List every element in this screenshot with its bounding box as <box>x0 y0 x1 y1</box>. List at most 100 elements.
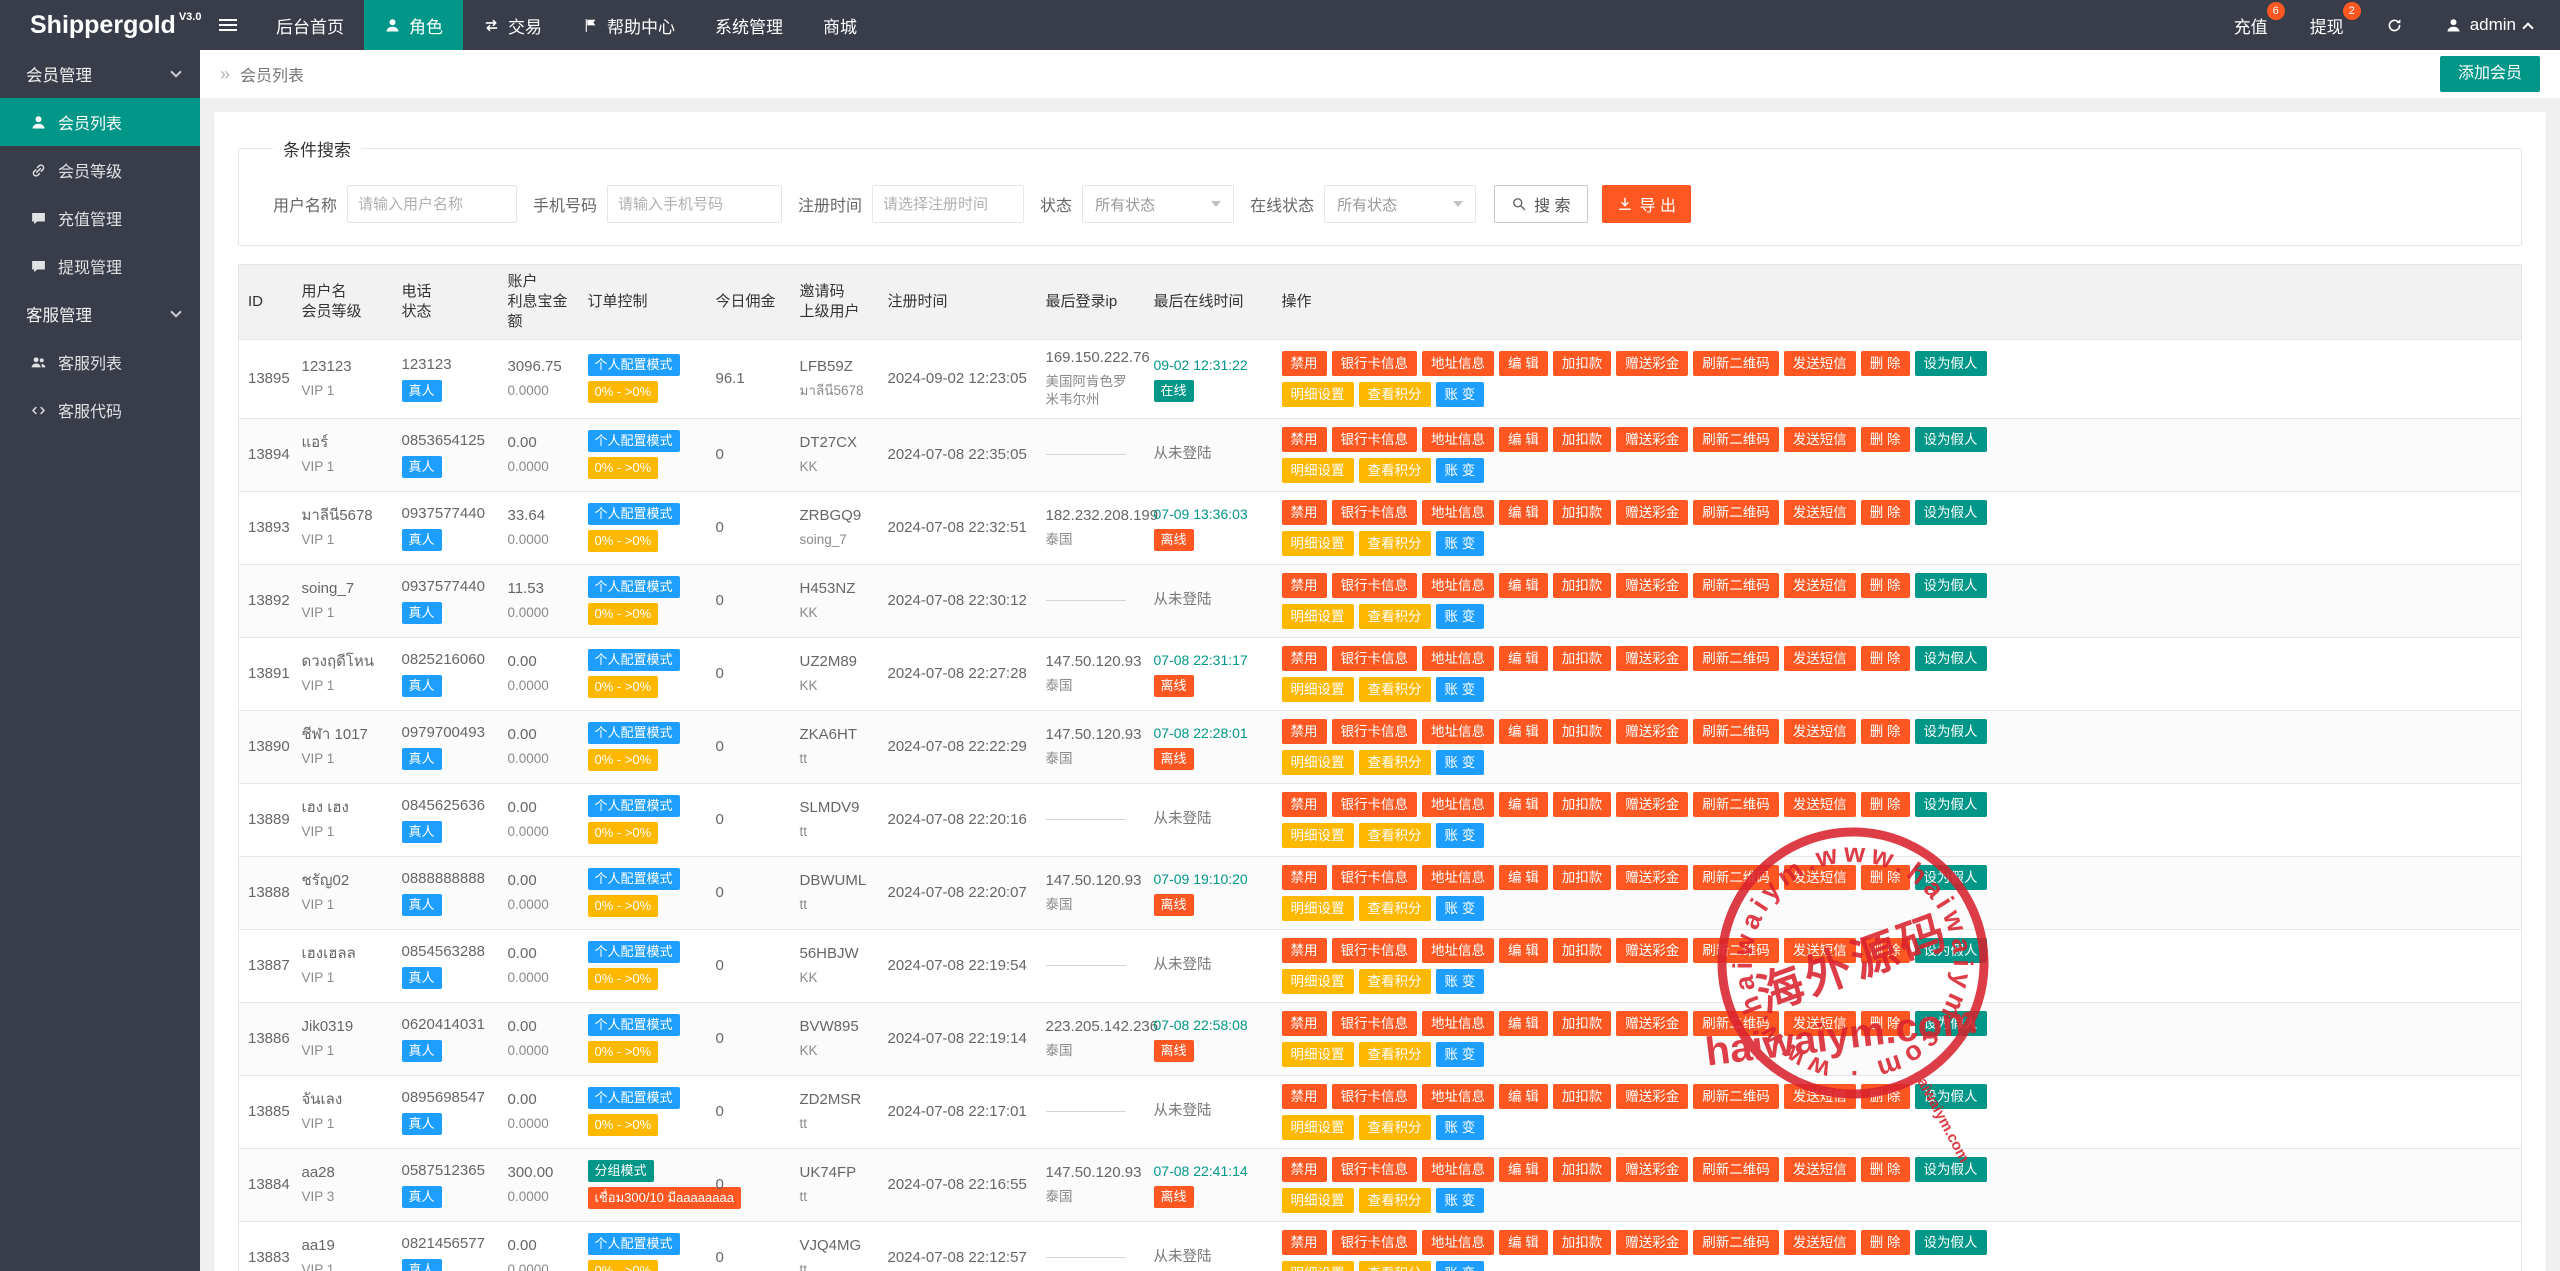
add-deduct-button[interactable]: 加扣款 <box>1552 1156 1612 1182</box>
balance-change-button[interactable]: 账 变 <box>1435 1041 1485 1067</box>
username-search-input[interactable] <box>347 185 518 223</box>
set-fake-button[interactable]: 设为假人 <box>1914 645 1987 671</box>
set-fake-button[interactable]: 设为假人 <box>1914 426 1987 452</box>
delete-button[interactable]: 删 除 <box>1860 1083 1910 1109</box>
detail-settings-button[interactable]: 明细设置 <box>1281 749 1354 775</box>
nav-item-trade[interactable]: 交易 <box>463 0 562 50</box>
nav-item-system-management[interactable]: 系统管理 <box>695 0 803 50</box>
phone-search-input[interactable] <box>607 185 783 223</box>
send-sms-button[interactable]: 发送短信 <box>1783 864 1856 890</box>
set-fake-button[interactable]: 设为假人 <box>1914 1083 1987 1109</box>
balance-change-button[interactable]: 账 变 <box>1435 822 1485 848</box>
view-points-button[interactable]: 查看积分 <box>1358 895 1431 921</box>
add-deduct-button[interactable]: 加扣款 <box>1552 645 1612 671</box>
delete-button[interactable]: 删 除 <box>1860 350 1910 376</box>
edit-button[interactable]: 编 辑 <box>1499 937 1548 963</box>
bank-card-info-button[interactable]: 银行卡信息 <box>1331 718 1417 744</box>
sidebar-item-withdraw-management[interactable]: 提现管理 <box>0 242 200 290</box>
refresh-qrcode-button[interactable]: 刷新二维码 <box>1693 791 1779 817</box>
search-button[interactable]: 搜 索 <box>1494 185 1588 223</box>
delete-button[interactable]: 删 除 <box>1860 718 1910 744</box>
detail-settings-button[interactable]: 明细设置 <box>1281 822 1354 848</box>
bank-card-info-button[interactable]: 银行卡信息 <box>1331 864 1417 890</box>
refresh-qrcode-button[interactable]: 刷新二维码 <box>1693 645 1779 671</box>
edit-button[interactable]: 编 辑 <box>1499 645 1548 671</box>
set-fake-button[interactable]: 设为假人 <box>1914 350 1987 376</box>
disable-button[interactable]: 禁用 <box>1281 350 1327 376</box>
disable-button[interactable]: 禁用 <box>1281 499 1327 525</box>
refresh-icon[interactable] <box>2386 17 2403 34</box>
disable-button[interactable]: 禁用 <box>1281 572 1327 598</box>
view-points-button[interactable]: 查看积分 <box>1358 676 1431 702</box>
regtime-search-input[interactable] <box>872 185 1025 223</box>
bank-card-info-button[interactable]: 银行卡信息 <box>1331 1156 1417 1182</box>
set-fake-button[interactable]: 设为假人 <box>1914 1156 1987 1182</box>
sidebar-item-service-list[interactable]: 客服列表 <box>0 338 200 386</box>
view-points-button[interactable]: 查看积分 <box>1358 457 1431 483</box>
gift-bonus-button[interactable]: 赠送彩金 <box>1616 718 1689 744</box>
sidebar-item-service-code[interactable]: 客服代码 <box>0 386 200 434</box>
disable-button[interactable]: 禁用 <box>1281 1229 1327 1255</box>
address-info-button[interactable]: 地址信息 <box>1422 718 1494 744</box>
add-deduct-button[interactable]: 加扣款 <box>1552 499 1612 525</box>
balance-change-button[interactable]: 账 变 <box>1435 676 1485 702</box>
balance-change-button[interactable]: 账 变 <box>1435 1260 1485 1271</box>
send-sms-button[interactable]: 发送短信 <box>1783 937 1856 963</box>
gift-bonus-button[interactable]: 赠送彩金 <box>1616 572 1689 598</box>
address-info-button[interactable]: 地址信息 <box>1422 1156 1494 1182</box>
bank-card-info-button[interactable]: 银行卡信息 <box>1331 499 1417 525</box>
refresh-qrcode-button[interactable]: 刷新二维码 <box>1693 864 1779 890</box>
gift-bonus-button[interactable]: 赠送彩金 <box>1616 499 1689 525</box>
edit-button[interactable]: 编 辑 <box>1499 1156 1548 1182</box>
delete-button[interactable]: 删 除 <box>1860 572 1910 598</box>
add-deduct-button[interactable]: 加扣款 <box>1552 937 1612 963</box>
disable-button[interactable]: 禁用 <box>1281 1010 1327 1036</box>
bank-card-info-button[interactable]: 银行卡信息 <box>1331 426 1417 452</box>
gift-bonus-button[interactable]: 赠送彩金 <box>1616 426 1689 452</box>
bank-card-info-button[interactable]: 银行卡信息 <box>1331 937 1417 963</box>
set-fake-button[interactable]: 设为假人 <box>1914 864 1987 890</box>
view-points-button[interactable]: 查看积分 <box>1358 749 1431 775</box>
disable-button[interactable]: 禁用 <box>1281 1156 1327 1182</box>
refresh-qrcode-button[interactable]: 刷新二维码 <box>1693 572 1779 598</box>
bank-card-info-button[interactable]: 银行卡信息 <box>1331 1083 1417 1109</box>
delete-button[interactable]: 删 除 <box>1860 864 1910 890</box>
view-points-button[interactable]: 查看积分 <box>1358 530 1431 556</box>
delete-button[interactable]: 删 除 <box>1860 499 1910 525</box>
edit-button[interactable]: 编 辑 <box>1499 572 1548 598</box>
address-info-button[interactable]: 地址信息 <box>1422 791 1494 817</box>
add-deduct-button[interactable]: 加扣款 <box>1552 350 1612 376</box>
detail-settings-button[interactable]: 明细设置 <box>1281 457 1354 483</box>
balance-change-button[interactable]: 账 变 <box>1435 381 1485 407</box>
send-sms-button[interactable]: 发送短信 <box>1783 791 1856 817</box>
edit-button[interactable]: 编 辑 <box>1499 864 1548 890</box>
detail-settings-button[interactable]: 明细设置 <box>1281 968 1354 994</box>
send-sms-button[interactable]: 发送短信 <box>1783 1156 1856 1182</box>
detail-settings-button[interactable]: 明细设置 <box>1281 1187 1354 1213</box>
detail-settings-button[interactable]: 明细设置 <box>1281 895 1354 921</box>
balance-change-button[interactable]: 账 变 <box>1435 749 1485 775</box>
nav-item-roles[interactable]: 角色 <box>364 0 463 50</box>
delete-button[interactable]: 删 除 <box>1860 791 1910 817</box>
address-info-button[interactable]: 地址信息 <box>1422 1083 1494 1109</box>
gift-bonus-button[interactable]: 赠送彩金 <box>1616 350 1689 376</box>
add-deduct-button[interactable]: 加扣款 <box>1552 1010 1612 1036</box>
admin-user-menu[interactable]: admin <box>2445 15 2534 35</box>
view-points-button[interactable]: 查看积分 <box>1358 381 1431 407</box>
view-points-button[interactable]: 查看积分 <box>1358 1041 1431 1067</box>
send-sms-button[interactable]: 发送短信 <box>1783 1010 1856 1036</box>
address-info-button[interactable]: 地址信息 <box>1422 1229 1494 1255</box>
view-points-button[interactable]: 查看积分 <box>1358 822 1431 848</box>
detail-settings-button[interactable]: 明细设置 <box>1281 676 1354 702</box>
balance-change-button[interactable]: 账 变 <box>1435 457 1485 483</box>
edit-button[interactable]: 编 辑 <box>1499 718 1548 744</box>
disable-button[interactable]: 禁用 <box>1281 426 1327 452</box>
gift-bonus-button[interactable]: 赠送彩金 <box>1616 645 1689 671</box>
refresh-qrcode-button[interactable]: 刷新二维码 <box>1693 1229 1779 1255</box>
refresh-qrcode-button[interactable]: 刷新二维码 <box>1693 937 1779 963</box>
detail-settings-button[interactable]: 明细设置 <box>1281 1260 1354 1271</box>
bank-card-info-button[interactable]: 银行卡信息 <box>1331 1010 1417 1036</box>
view-points-button[interactable]: 查看积分 <box>1358 1260 1431 1271</box>
delete-button[interactable]: 删 除 <box>1860 1010 1910 1036</box>
gift-bonus-button[interactable]: 赠送彩金 <box>1616 1229 1689 1255</box>
